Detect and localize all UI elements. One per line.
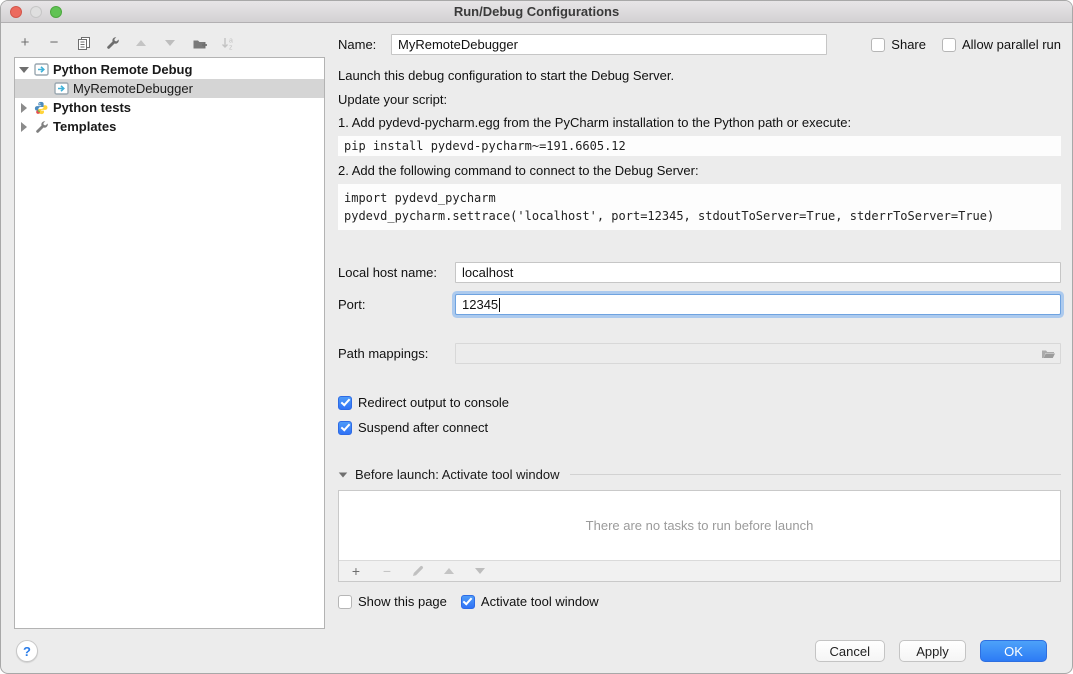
expand-arrow-icon[interactable]	[15, 67, 33, 73]
settrace-code-block: import pydevd_pycharm pydevd_pycharm.set…	[338, 184, 1061, 230]
tree-item-python-remote-debug[interactable]: Python Remote Debug	[15, 60, 324, 79]
close-window-button[interactable]	[10, 6, 22, 18]
minimize-window-button[interactable]	[30, 6, 42, 18]
cancel-button[interactable]: Cancel	[815, 640, 885, 662]
share-label: Share	[891, 37, 926, 52]
remove-configuration-button[interactable]: −	[46, 35, 62, 51]
before-launch-tasks-panel: There are no tasks to run before launch …	[338, 490, 1061, 582]
redirect-output-label: Redirect output to console	[358, 395, 509, 410]
allow-parallel-run-checkbox-row[interactable]: Allow parallel run	[942, 37, 1061, 52]
move-down-icon[interactable]	[162, 35, 178, 51]
tree-item-templates[interactable]: Templates	[15, 117, 324, 136]
allow-parallel-run-checkbox[interactable]	[942, 38, 956, 52]
allow-parallel-run-label: Allow parallel run	[962, 37, 1061, 52]
run-config-icon	[53, 81, 69, 97]
python-icon	[33, 100, 49, 116]
share-checkbox[interactable]	[871, 38, 885, 52]
copy-configuration-icon[interactable]	[75, 35, 91, 51]
before-launch-title: Before launch: Activate tool window	[355, 467, 560, 482]
instruction-step-2: 2. Add the following command to connect …	[338, 162, 1061, 179]
remove-task-button[interactable]: −	[379, 563, 395, 579]
move-up-icon[interactable]	[133, 35, 149, 51]
port-input[interactable]: 12345	[455, 294, 1061, 315]
tree-item-python-tests[interactable]: Python tests	[15, 98, 324, 117]
activate-tool-window-checkbox[interactable]	[461, 595, 475, 609]
path-mappings-row: Path mappings:	[338, 343, 1061, 364]
tree-item-myremotedebugger-selected[interactable]: MyRemoteDebugger	[15, 79, 324, 98]
configuration-form: Name: Share Allow parallel run Launch th…	[338, 34, 1061, 609]
instruction-step-1: 1. Add pydevd-pycharm.egg from the PyCha…	[338, 114, 1061, 131]
move-task-down-icon[interactable]	[472, 563, 488, 579]
text-caret	[499, 298, 500, 312]
tasks-toolbar: + −	[339, 560, 1060, 581]
local-host-input[interactable]	[455, 262, 1061, 283]
section-divider	[570, 474, 1061, 475]
instruction-line-1: Launch this debug configuration to start…	[338, 67, 1061, 84]
pip-install-command: pip install pydevd-pycharm~=191.6605.12	[338, 136, 1061, 156]
zoom-window-button[interactable]	[50, 6, 62, 18]
instruction-line-2: Update your script:	[338, 91, 1061, 108]
add-configuration-button[interactable]: +	[17, 35, 33, 51]
suspend-after-connect-checkbox-row[interactable]: Suspend after connect	[338, 420, 1061, 435]
show-this-page-checkbox-row[interactable]: Show this page	[338, 594, 447, 609]
activate-tool-window-checkbox-row[interactable]: Activate tool window	[461, 594, 599, 609]
port-row: Port: 12345	[338, 294, 1061, 315]
edit-task-pencil-icon[interactable]	[410, 563, 426, 579]
local-host-row: Local host name:	[338, 262, 1061, 283]
name-row: Name: Share Allow parallel run	[338, 34, 1061, 55]
local-host-label: Local host name:	[338, 265, 455, 280]
show-this-page-checkbox[interactable]	[338, 595, 352, 609]
svg-text:z: z	[229, 45, 233, 52]
collapse-section-arrow-icon[interactable]	[339, 472, 348, 477]
browse-folder-icon[interactable]	[1040, 346, 1056, 362]
help-question-icon: ?	[23, 644, 31, 659]
tasks-empty-message: There are no tasks to run before launch	[339, 491, 1060, 560]
path-mappings-label: Path mappings:	[338, 346, 455, 361]
ok-button[interactable]: OK	[980, 640, 1047, 662]
name-label: Name:	[338, 37, 391, 52]
before-launch-header[interactable]: Before launch: Activate tool window	[338, 467, 1061, 482]
configurations-toolbar: + − az	[17, 33, 236, 53]
activate-tool-window-label: Activate tool window	[481, 594, 599, 609]
redirect-output-checkbox-row[interactable]: Redirect output to console	[338, 395, 1061, 410]
dialog-buttons: Cancel Apply OK	[815, 640, 1047, 662]
new-folder-icon[interactable]	[191, 35, 207, 51]
svg-text:a: a	[229, 38, 233, 45]
apply-button[interactable]: Apply	[899, 640, 966, 662]
show-this-page-label: Show this page	[358, 594, 447, 609]
edit-templates-wrench-icon[interactable]	[104, 35, 120, 51]
collapse-arrow-icon[interactable]	[15, 122, 33, 132]
add-task-button[interactable]: +	[348, 563, 364, 579]
sort-alphabetically-icon[interactable]: az	[220, 35, 236, 51]
run-config-icon	[33, 62, 49, 78]
path-mappings-input[interactable]	[455, 343, 1061, 364]
move-task-up-icon[interactable]	[441, 563, 457, 579]
title-bar: Run/Debug Configurations	[1, 1, 1072, 23]
window-title: Run/Debug Configurations	[454, 4, 619, 19]
port-label: Port:	[338, 297, 455, 312]
suspend-after-connect-label: Suspend after connect	[358, 420, 488, 435]
configurations-tree: Python Remote Debug MyRemoteDebugger Pyt…	[14, 57, 325, 629]
share-checkbox-row[interactable]: Share	[871, 37, 926, 52]
name-input[interactable]	[391, 34, 827, 55]
page-options-row: Show this page Activate tool window	[338, 594, 1061, 609]
redirect-output-checkbox[interactable]	[338, 396, 352, 410]
collapse-arrow-icon[interactable]	[15, 103, 33, 113]
suspend-after-connect-checkbox[interactable]	[338, 421, 352, 435]
run-debug-configurations-dialog: Run/Debug Configurations + − az Python R…	[0, 0, 1073, 674]
wrench-icon	[33, 119, 49, 135]
help-button[interactable]: ?	[16, 640, 38, 662]
